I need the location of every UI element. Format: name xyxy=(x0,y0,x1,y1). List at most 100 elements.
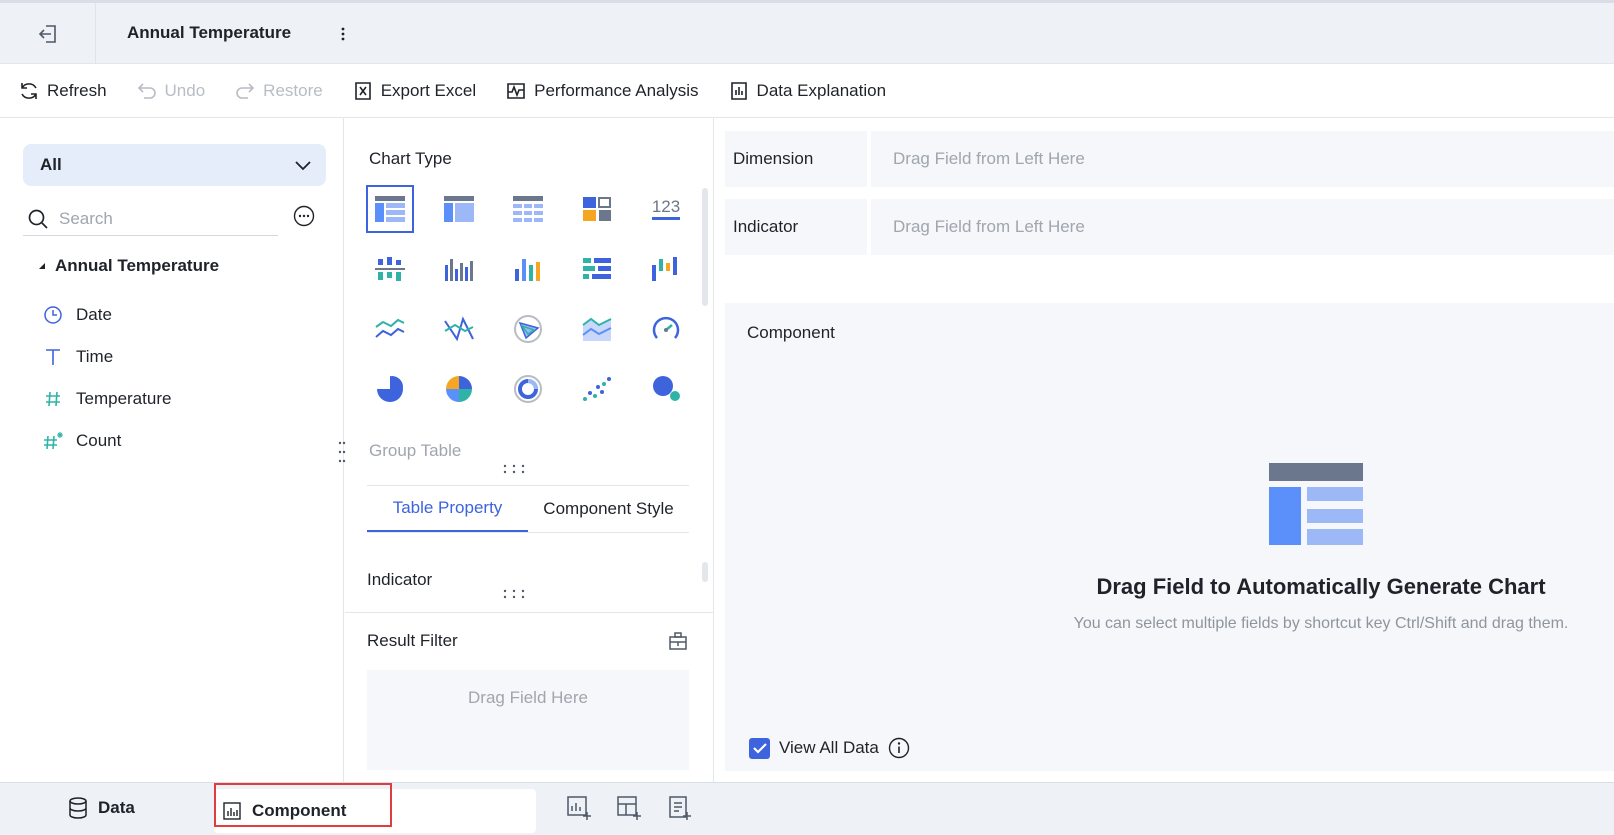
section-resize-handle[interactable] xyxy=(502,589,526,599)
toolbar: Refresh Undo Restore Export Excel Perfor… xyxy=(0,64,1614,118)
chart-type-scrollbar[interactable] xyxy=(702,188,708,306)
refresh-label: Refresh xyxy=(47,80,107,100)
chart-type-grid: 123 xyxy=(366,185,690,413)
chart-type-multi-pie[interactable] xyxy=(435,365,483,413)
tab-component[interactable]: Component xyxy=(214,783,536,833)
chart-type-cross-table[interactable] xyxy=(435,185,483,233)
detail-table-icon xyxy=(513,196,543,222)
add-component-icon[interactable] xyxy=(566,795,592,821)
chart-type-multi-line[interactable] xyxy=(435,305,483,353)
chevron-down-icon xyxy=(295,161,311,171)
view-all-data-checkbox[interactable] xyxy=(749,737,770,759)
chart-config-panel: Chart Type 123 Group Table Table Propert… xyxy=(345,118,714,782)
section-resize-handle[interactable] xyxy=(502,464,526,474)
bar-chart-icon xyxy=(375,257,405,281)
field-item-count[interactable]: Count xyxy=(42,420,171,462)
chart-type-bubble[interactable] xyxy=(642,365,690,413)
tab-data-label: Data xyxy=(98,798,135,817)
check-icon xyxy=(752,743,767,754)
empty-state-title: Drag Field to Automatically Generate Cha… xyxy=(1096,574,1546,599)
dimension-row: Dimension Drag Field from Left Here xyxy=(725,131,1614,187)
result-filter-dropzone[interactable]: Drag Field Here xyxy=(367,670,689,770)
chart-type-number[interactable]: 123 xyxy=(642,185,690,233)
filter-settings-button[interactable] xyxy=(667,630,689,652)
refresh-button[interactable]: Refresh xyxy=(18,76,107,106)
field-item-temperature[interactable]: Temperature xyxy=(42,378,171,420)
bubble-chart-icon xyxy=(653,376,680,401)
chart-type-gauge[interactable] xyxy=(642,305,690,353)
add-story-icon[interactable] xyxy=(666,795,692,821)
chart-type-horizontal-bar[interactable] xyxy=(573,245,621,293)
excel-icon xyxy=(354,81,371,100)
chart-type-label: Chart Type xyxy=(369,149,452,168)
divider xyxy=(345,612,714,613)
chart-type-group-table[interactable] xyxy=(366,185,414,233)
exit-button[interactable] xyxy=(0,3,96,64)
data-explanation-button[interactable]: Data Explanation xyxy=(728,76,886,106)
dimension-label: Dimension xyxy=(725,131,867,187)
chart-type-radar[interactable] xyxy=(504,305,552,353)
info-icon[interactable] xyxy=(888,737,910,759)
selected-chart-name: Group Table xyxy=(369,441,462,460)
more-options-button[interactable] xyxy=(333,23,353,45)
chart-type-detail-table[interactable] xyxy=(504,185,552,233)
line-chart-icon xyxy=(375,318,405,338)
empty-state-subtitle: You can select multiple fields by shortc… xyxy=(1073,615,1569,632)
drag-handle-icon xyxy=(503,464,525,474)
export-excel-button[interactable]: Export Excel xyxy=(352,76,476,106)
restore-label: Restore xyxy=(263,80,323,100)
chart-type-scatter[interactable] xyxy=(573,365,621,413)
scope-dropdown[interactable]: All xyxy=(23,144,326,186)
dimension-dropzone[interactable]: Drag Field from Left Here xyxy=(871,131,1614,187)
search-input[interactable] xyxy=(59,208,259,229)
performance-analysis-button[interactable]: Performance Analysis xyxy=(505,76,699,106)
search-box xyxy=(23,202,278,236)
text-type-icon xyxy=(42,347,64,367)
restore-button[interactable]: Restore xyxy=(234,76,323,106)
chart-type-donut[interactable] xyxy=(504,365,552,413)
chart-type-kpi-blocks[interactable] xyxy=(573,185,621,233)
field-item-time[interactable]: Time xyxy=(42,336,171,378)
performance-analysis-label: Performance Analysis xyxy=(534,80,699,100)
property-scrollbar[interactable] xyxy=(702,562,708,582)
undo-button[interactable]: Undo xyxy=(136,76,206,106)
clock-icon xyxy=(42,305,64,325)
area-chart-icon xyxy=(582,317,612,341)
result-filter-label: Result Filter xyxy=(367,631,458,650)
calculated-number-icon xyxy=(42,431,64,451)
refresh-icon xyxy=(21,82,37,99)
horizontal-bar-icon xyxy=(583,258,611,279)
caret-down-icon xyxy=(39,263,45,269)
svg-text:123: 123 xyxy=(652,197,680,216)
more-horizontal-icon xyxy=(293,205,315,227)
field-item-date[interactable]: Date xyxy=(42,294,171,336)
chart-type-grouped-bar[interactable] xyxy=(366,245,414,293)
indicator-row: Indicator Drag Field from Left Here xyxy=(725,199,1614,255)
chart-type-multi-column[interactable] xyxy=(504,245,552,293)
indicator-dropzone[interactable]: Drag Field from Left Here xyxy=(871,199,1614,255)
chart-type-area[interactable] xyxy=(573,305,621,353)
chart-type-column[interactable] xyxy=(435,245,483,293)
tab-component-style[interactable]: Component Style xyxy=(528,486,689,532)
scope-value: All xyxy=(40,155,62,174)
indicator-label: Indicator xyxy=(725,199,867,255)
hierarchy-icon xyxy=(669,632,687,650)
column-chart-icon xyxy=(445,259,473,281)
tab-data[interactable]: Data xyxy=(68,783,135,833)
field-label: Date xyxy=(76,305,112,324)
highlight-outline xyxy=(214,783,392,827)
chart-type-line[interactable] xyxy=(366,305,414,353)
group-table-icon xyxy=(375,196,405,222)
chart-type-waterfall[interactable] xyxy=(642,245,690,293)
chart-type-pie[interactable] xyxy=(366,365,414,413)
indicator-section-label: Indicator xyxy=(367,570,433,589)
field-label: Temperature xyxy=(76,389,172,408)
dataset-tree-root[interactable]: Annual Temperature xyxy=(37,256,219,276)
bar-report-icon xyxy=(730,81,747,100)
undo-label: Undo xyxy=(164,80,206,100)
more-button[interactable] xyxy=(293,205,315,227)
tab-table-property[interactable]: Table Property xyxy=(367,486,528,532)
export-excel-label: Export Excel xyxy=(380,80,477,100)
number-type-icon xyxy=(42,389,64,409)
add-dashboard-icon[interactable] xyxy=(616,795,642,821)
